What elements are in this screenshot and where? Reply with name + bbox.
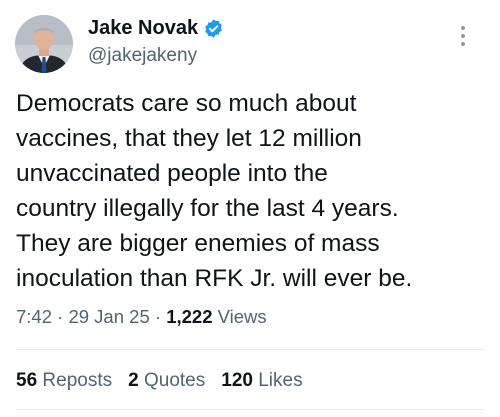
post-text-line: country illegally for the last 4 years. — [16, 195, 399, 222]
more-options-icon[interactable] — [456, 24, 470, 48]
avatar[interactable] — [15, 15, 73, 73]
avatar-image — [15, 15, 73, 73]
reposts-stat[interactable]: 56 Reposts — [16, 368, 112, 394]
reposts-label: Reposts — [42, 370, 113, 391]
post-meta: 7:42 · 29 Jan 25 · 1,222 Views — [16, 304, 267, 330]
post-text-line: They are bigger enemies of mass — [16, 230, 380, 257]
author-handle[interactable]: @jakejakeny — [88, 44, 197, 68]
reposts-count: 56 — [16, 370, 38, 391]
verified-badge-icon — [203, 18, 224, 39]
divider — [16, 409, 484, 410]
views-label: Views — [212, 306, 267, 327]
more-dot — [461, 42, 465, 46]
likes-label: Likes — [258, 370, 303, 391]
author-name-row: Jake Novak — [88, 16, 224, 40]
quotes-count: 2 — [128, 370, 139, 391]
post-text-line: unvaccinated people into the — [16, 160, 328, 187]
post-date[interactable]: 29 Jan 25 — [68, 306, 149, 327]
quotes-stat[interactable]: 2 Quotes — [128, 368, 205, 394]
meta-separator: · — [52, 306, 69, 327]
divider — [16, 349, 484, 350]
post-text-line: vaccines, that they let 12 million — [16, 125, 362, 152]
tweet: Jake Novak @jakejakeny Democrats care so… — [0, 0, 500, 417]
engagement-stats: 56 Reposts 2 Quotes 120 Likes — [16, 368, 303, 394]
display-name[interactable]: Jake Novak — [88, 16, 198, 40]
post-time[interactable]: 7:42 — [16, 306, 52, 327]
post-text: Democrats care so much about vaccines, t… — [16, 86, 491, 296]
quotes-label: Quotes — [143, 370, 206, 391]
meta-separator: · — [149, 306, 167, 327]
likes-stat[interactable]: 120 Likes — [221, 368, 302, 394]
post-text-line: inoculation than RFK Jr. will ever be. — [16, 265, 413, 292]
post-text-line: Democrats care so much about — [16, 90, 357, 117]
views-count: 1,222 — [166, 306, 213, 327]
more-dot — [461, 26, 465, 30]
likes-count: 120 — [221, 370, 253, 391]
more-dot — [461, 34, 465, 38]
